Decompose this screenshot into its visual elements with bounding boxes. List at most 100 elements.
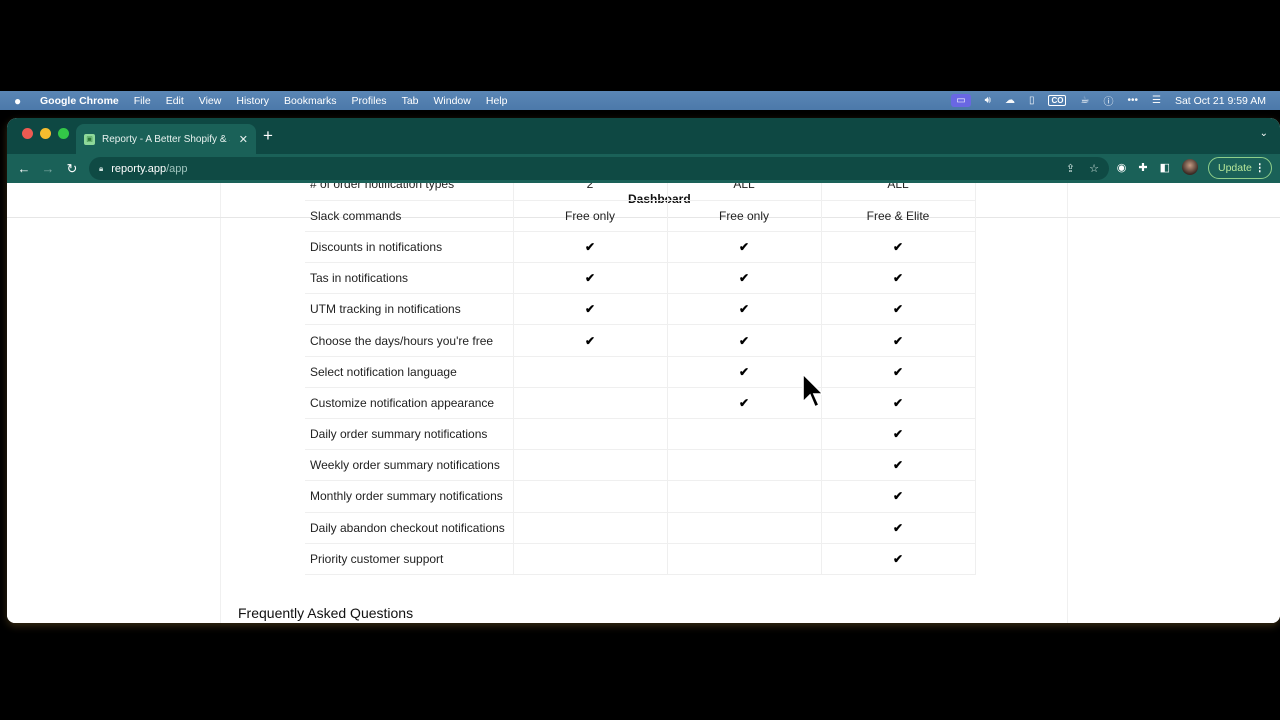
accessibility-icon[interactable]: ⓘ xyxy=(1103,93,1113,108)
plan-cell: ✔ xyxy=(666,293,821,326)
plan-cell: ✔ xyxy=(820,262,976,295)
checkmark-icon: ✔ xyxy=(892,333,904,348)
checkmark-icon: ✔ xyxy=(892,427,904,442)
plan-cell: ✔ xyxy=(666,262,821,295)
content-boundary-right xyxy=(1067,183,1068,623)
back-icon[interactable]: ← xyxy=(17,161,31,176)
bookmark-star-icon[interactable]: ☆ xyxy=(1089,162,1099,175)
page-content: Dashboard # of order notification types 2… xyxy=(7,183,1280,623)
password-manager-icon[interactable]: ◉ xyxy=(1117,161,1127,174)
feature-name: Daily abandon checkout notifications xyxy=(305,512,513,544)
checkmark-icon: ✔ xyxy=(584,333,596,348)
checkmark-icon: ✔ xyxy=(584,302,596,317)
extensions-area: ◉ ✚ ◧ xyxy=(1117,159,1198,175)
feature-row: Customize notification appearance ✔ ✔ xyxy=(305,387,976,420)
reload-icon[interactable]: ↻ xyxy=(65,161,79,177)
plan-cell: ✔ xyxy=(820,356,976,388)
battery-icon[interactable]: ▯ xyxy=(1029,95,1035,106)
plan-cell: ✔ xyxy=(512,231,667,264)
menu-app-name[interactable]: Google Chrome xyxy=(40,95,119,107)
reporty-favicon-icon: ▣ xyxy=(84,133,95,145)
cloud-icon[interactable]: ☁︎ xyxy=(1005,95,1015,106)
close-window-button[interactable] xyxy=(22,128,33,139)
plan-cell: ✔ xyxy=(666,356,821,388)
screen-share-icon[interactable]: ▭ xyxy=(951,94,971,107)
plan-cell xyxy=(512,387,667,420)
zoom-window-button[interactable] xyxy=(58,128,69,139)
kebab-menu-icon[interactable]: ⋮ xyxy=(1255,162,1266,174)
menu-bookmarks[interactable]: Bookmarks xyxy=(284,95,337,107)
checkmark-icon: ✔ xyxy=(738,333,750,348)
profile-avatar[interactable] xyxy=(1182,159,1198,175)
plan-cell xyxy=(512,543,667,575)
new-tab-button[interactable]: + xyxy=(263,126,273,146)
macos-menubar: ● Google Chrome File Edit View History B… xyxy=(0,91,1280,110)
menu-file[interactable]: File xyxy=(134,95,151,107)
plan-cell: ✔ xyxy=(820,449,976,482)
side-panel-icon[interactable]: ◧ xyxy=(1160,161,1170,174)
feature-name: Slack commands xyxy=(305,200,513,232)
chrome-window: ▣ Reporty - A Better Shopify & Slack ✕ +… xyxy=(7,118,1280,623)
plan-cell: ALL xyxy=(820,183,976,201)
plan-cell: ✔ xyxy=(820,543,976,575)
screen: ● Google Chrome File Edit View History B… xyxy=(0,0,1280,720)
faq-heading: Frequently Asked Questions xyxy=(238,605,414,621)
tab-search-chevron-icon[interactable]: ⌄ xyxy=(1260,128,1268,139)
menu-edit[interactable]: Edit xyxy=(166,95,184,107)
feature-name: Daily order summary notifications xyxy=(305,418,513,451)
plan-cell xyxy=(512,418,667,451)
plan-cell: ✔ xyxy=(512,262,667,295)
url-path: /app xyxy=(166,162,188,175)
menu-tab[interactable]: Tab xyxy=(402,95,419,107)
tab-reporty[interactable]: ▣ Reporty - A Better Shopify & Slack ✕ xyxy=(76,124,256,154)
feature-name: Monthly order summary notifications xyxy=(305,480,513,513)
lock-icon[interactable]: 🔒︎ xyxy=(99,164,103,174)
browser-toolbar: ← → ↻ 🔒︎ reporty.app/app ⇪ ☆ ◉ ✚ ◧ Updat… xyxy=(7,154,1280,183)
tab-title: Reporty - A Better Shopify & Slack xyxy=(102,133,230,145)
feature-name: Discounts in notifications xyxy=(305,231,513,264)
plan-cell: ✔ xyxy=(666,324,821,357)
plan-cell: Free only xyxy=(666,200,821,232)
co-icon[interactable]: CO xyxy=(1048,95,1067,106)
extensions-puzzle-icon[interactable]: ✚ xyxy=(1138,161,1147,174)
address-bar[interactable]: 🔒︎ reporty.app/app ⇪ ☆ xyxy=(89,157,1109,180)
menubar-clock[interactable]: Sat Oct 21 9:59 AM xyxy=(1175,95,1266,107)
feature-name: Customize notification appearance xyxy=(305,387,513,420)
minimize-window-button[interactable] xyxy=(40,128,51,139)
checkmark-icon: ✔ xyxy=(584,271,596,286)
checkmark-icon: ✔ xyxy=(892,551,904,566)
share-icon[interactable]: ⇪ xyxy=(1066,162,1075,175)
menu-help[interactable]: Help xyxy=(486,95,508,107)
update-button[interactable]: Update ⋮ xyxy=(1208,157,1272,179)
volume-icon[interactable]: 🔊︎ xyxy=(985,95,991,106)
feature-row: Select notification language ✔ ✔ xyxy=(305,356,976,388)
more-icon[interactable]: ••• xyxy=(1127,95,1138,106)
close-tab-icon[interactable]: ✕ xyxy=(239,133,248,146)
plan-cell: ✔ xyxy=(820,387,976,420)
plan-cell xyxy=(666,543,821,575)
menu-window[interactable]: Window xyxy=(434,95,471,107)
plan-cell: Free only xyxy=(512,200,667,232)
plan-cell: 2 xyxy=(512,183,667,201)
plan-cell: ✔ xyxy=(512,324,667,357)
apple-icon[interactable]: ● xyxy=(14,94,28,108)
feature-name: Priority customer support xyxy=(305,543,513,575)
feature-row: Priority customer support ✔ xyxy=(305,543,976,575)
feature-row: Discounts in notifications ✔ ✔ ✔ xyxy=(305,231,976,264)
plan-cell: ✔ xyxy=(820,512,976,544)
checkmark-icon: ✔ xyxy=(738,395,750,410)
forward-icon[interactable]: → xyxy=(41,161,55,176)
checkmark-icon: ✔ xyxy=(738,364,750,379)
feature-row: # of order notification types 2 ALL ALL xyxy=(305,183,976,201)
feature-row: Slack commands Free only Free only Free & E… xyxy=(305,200,976,232)
menu-profiles[interactable]: Profiles xyxy=(352,95,387,107)
checkmark-icon: ✔ xyxy=(892,489,904,504)
coffee-icon[interactable]: ☕︎ xyxy=(1080,95,1089,106)
url-host: reporty.app xyxy=(111,162,167,175)
control-center-icon[interactable]: ☰ xyxy=(1152,95,1161,106)
plan-cell: Free & Elite xyxy=(820,200,976,232)
menu-history[interactable]: History xyxy=(236,95,269,107)
checkmark-icon: ✔ xyxy=(892,302,904,317)
menu-view[interactable]: View xyxy=(199,95,222,107)
checkmark-icon: ✔ xyxy=(738,271,750,286)
